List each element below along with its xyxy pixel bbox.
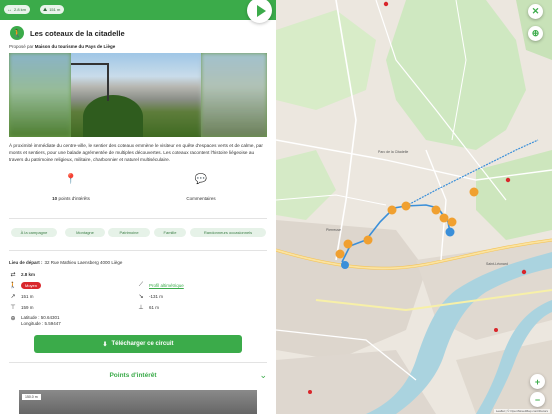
points-of-interest-stat[interactable]: 📍 10 points d'intérêts	[11, 174, 131, 201]
map-canvas	[276, 0, 552, 414]
comments-stat[interactable]: 💬 Commentaires	[141, 174, 261, 201]
tag-list: À la campagne Montagne Patrimoine Famill…	[9, 228, 269, 238]
download-icon: ⬇	[102, 341, 108, 348]
minus-icon: −	[534, 394, 541, 405]
title-row: 🚶 Les coteaux de la citadelle	[10, 26, 125, 40]
profile-icon: ⟋	[138, 282, 144, 288]
map-view[interactable]: Parc de la Citadelle Pierreuse Saint-Léo…	[276, 0, 552, 414]
hiking-icon: 🚶	[9, 283, 17, 289]
tag-chip[interactable]: Patrimoine	[108, 228, 150, 237]
locate-me-button[interactable]: ⊕	[528, 26, 543, 41]
difficulty-badge: Moyen	[21, 282, 42, 289]
tag-chip[interactable]: Randonneurs occasionnels	[190, 228, 266, 237]
app-root: ↔ 2.8 km ⛰ 151 m 🚶 Les coteaux de la citad…	[0, 0, 552, 414]
poi-map-thumbnail[interactable]: 150.0 m	[19, 390, 257, 414]
divider	[9, 250, 267, 251]
play-icon	[256, 4, 266, 17]
points-of-interest-toggle[interactable]: Points d'intérêt ⌄	[9, 370, 267, 384]
map-pin-icon: 📍	[64, 174, 78, 185]
crosshair-icon: ⊕	[531, 28, 540, 38]
route-photo[interactable]	[9, 53, 267, 137]
mountain-icon: ⛰	[43, 7, 48, 13]
start-navigation-button[interactable]	[247, 0, 272, 23]
ascent-row: ↗ 151 m	[10, 294, 34, 300]
start-location: Lieu de départ : 32 Rue Mathieu Laensber…	[9, 260, 123, 265]
download-route-button[interactable]: ⬇ Télécharger ce circuit	[34, 335, 242, 353]
hiking-icon: 🚶	[10, 26, 24, 40]
map-attribution[interactable]: Leaflet | © OpenStreetMap contributors	[493, 409, 550, 413]
close-icon: ✕	[531, 6, 540, 16]
distance-icon: ⇄	[10, 272, 16, 278]
tag-chip[interactable]: Famille	[154, 228, 186, 237]
tag-chip[interactable]: Montagne	[65, 228, 105, 237]
descent-icon: ↘	[138, 294, 144, 300]
ruler-icon: ↔	[7, 7, 12, 13]
comment-icon: 💬	[194, 174, 208, 185]
min-altitude-row: ⊥ 61 m	[138, 305, 160, 311]
elevation-profile-row[interactable]: ⟋ Profil altimétrique	[137, 282, 184, 289]
elevation-badge: ⛰ 151 m	[40, 5, 65, 14]
map-label-district: Pierreuse	[326, 228, 341, 232]
zoom-in-button[interactable]: +	[530, 374, 545, 389]
coordinates-row: ⊕ Latitude : 50.64301 Longitude : 5.5944…	[10, 315, 61, 326]
route-title: Les coteaux de la citadelle	[30, 28, 125, 38]
difficulty-row: 🚶 Moyen	[9, 282, 42, 289]
max-altitude-icon: ⊤	[10, 305, 16, 311]
route-description: À proximité immédiate du centre-ville, l…	[9, 143, 263, 163]
scale-label: 150.0 m	[22, 394, 41, 400]
proposed-by: Proposé par Maison du tourisme du Pays d…	[9, 44, 116, 49]
chevron-down-icon: ⌄	[259, 370, 267, 380]
divider	[9, 218, 267, 219]
divider	[9, 362, 267, 363]
min-altitude-icon: ⊥	[138, 305, 144, 311]
route-detail-panel: ↔ 2.8 km ⛰ 151 m 🚶 Les coteaux de la citad…	[0, 0, 276, 414]
stats-row: 📍 10 points d'intérêts 💬 Commentaires	[9, 174, 267, 214]
descent-row: ↘ -131 m	[138, 294, 164, 300]
close-map-button[interactable]: ✕	[528, 4, 543, 19]
target-icon: ⊕	[10, 316, 16, 322]
ascent-icon: ↗	[10, 294, 16, 300]
zoom-out-button[interactable]: −	[530, 392, 545, 407]
max-altitude-row: ⊤ 159 m	[10, 305, 34, 311]
map-label-leonard: Saint-Léonard	[486, 262, 508, 266]
map-label-park: Parc de la Citadelle	[378, 150, 409, 154]
plus-icon: +	[534, 376, 541, 387]
tag-chip[interactable]: À la campagne	[11, 228, 57, 237]
elevation-profile-link[interactable]: Profil altimétrique	[149, 283, 184, 288]
distance-badge: ↔ 2.8 km	[4, 5, 31, 14]
distance-row: ⇄ 2.8 km	[10, 272, 36, 278]
publisher-link[interactable]: Maison du tourisme du Pays de Liège	[35, 44, 116, 49]
top-bar: ↔ 2.8 km ⛰ 151 m	[0, 0, 276, 23]
